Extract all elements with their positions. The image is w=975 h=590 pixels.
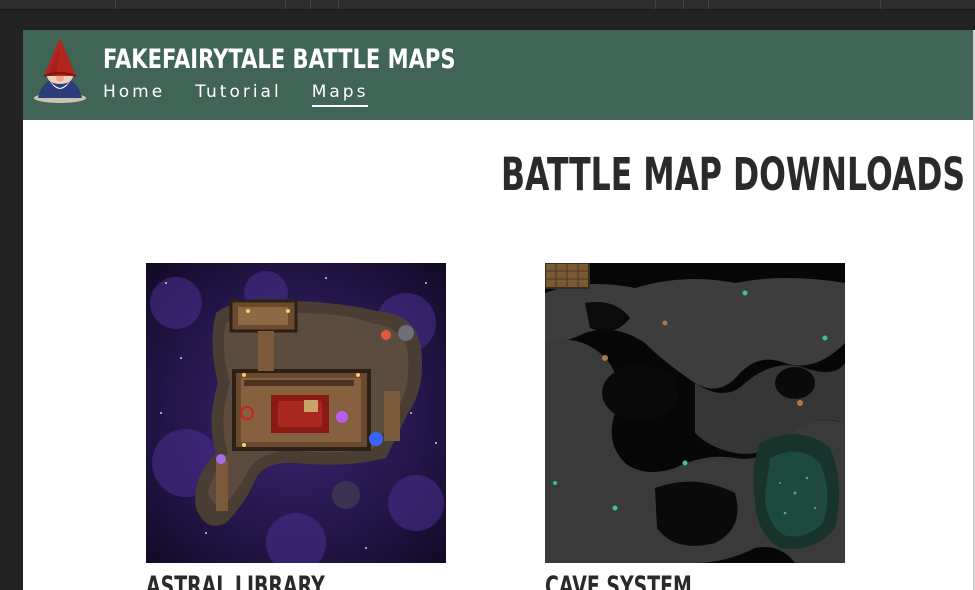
main-nav: Home Tutorial Maps — [103, 82, 398, 107]
toolbar-divider — [880, 0, 881, 9]
astral-library-map-image[interactable] — [146, 263, 446, 563]
toolbar-divider — [115, 0, 116, 9]
site-header: FAKEFAIRYTALE BATTLE MAPS Home Tutorial … — [23, 30, 973, 120]
map-title-astral-library[interactable]: ASTRAL LIBRARY — [146, 571, 356, 590]
map-card-astral-library[interactable]: ASTRAL LIBRARY — [146, 263, 446, 590]
cave-system-map-image[interactable] — [545, 263, 845, 563]
toolbar-divider — [708, 0, 709, 9]
map-card-cave-system[interactable]: CAVE SYSTEM — [545, 263, 845, 590]
nav-maps[interactable]: Maps — [311, 82, 369, 107]
nav-tutorial[interactable]: Tutorial — [195, 82, 282, 107]
toolbar-divider — [655, 0, 656, 9]
toolbar-divider — [310, 0, 311, 9]
site-title[interactable]: FAKEFAIRYTALE BATTLE MAPS — [103, 44, 455, 75]
page-title: BATTLE MAP DOWNLOADS — [501, 148, 966, 201]
toolbar-divider — [338, 0, 339, 9]
toolbar-divider — [683, 0, 684, 9]
map-title-cave-system[interactable]: CAVE SYSTEM — [545, 571, 755, 590]
gnome-logo-icon[interactable] — [28, 36, 92, 104]
toolbar-divider — [285, 0, 286, 9]
nav-home[interactable]: Home — [103, 82, 165, 107]
browser-page: FAKEFAIRYTALE BATTLE MAPS Home Tutorial … — [23, 30, 975, 590]
app-chrome-toolbar — [0, 0, 975, 10]
